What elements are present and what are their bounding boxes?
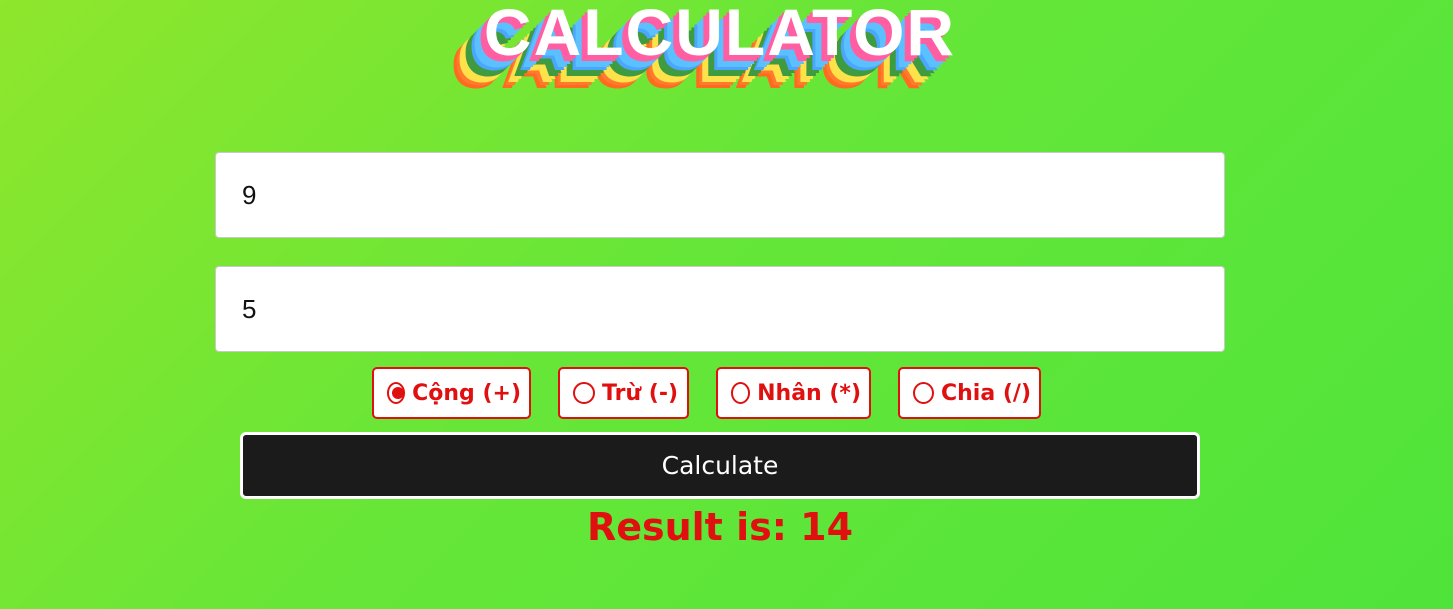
- operation-multiply-label: Nhân (*): [757, 380, 861, 406]
- operation-add-label: Cộng (+): [412, 380, 521, 406]
- operation-divide-label: Chia (/): [941, 380, 1031, 406]
- operation-divide-option[interactable]: Chia (/): [898, 367, 1041, 419]
- radio-divide[interactable]: [913, 382, 934, 404]
- second-number-input[interactable]: [215, 266, 1225, 352]
- app-title: CALCULATOR: [483, 0, 957, 69]
- radio-subtract[interactable]: [573, 382, 595, 404]
- operation-subtract-option[interactable]: Trừ (-): [558, 367, 689, 419]
- first-number-input[interactable]: [215, 152, 1225, 238]
- calculate-button[interactable]: Calculate: [240, 432, 1200, 499]
- operation-multiply-option[interactable]: Nhân (*): [716, 367, 871, 419]
- radio-multiply[interactable]: [731, 382, 751, 404]
- operation-group: Cộng (+) Trừ (-) Nhân (*) Chia (/): [0, 367, 1453, 421]
- radio-add[interactable]: [387, 382, 406, 404]
- operation-add-option[interactable]: Cộng (+): [372, 367, 531, 419]
- result-text: Result is: 14: [586, 505, 854, 549]
- operation-subtract-label: Trừ (-): [602, 380, 679, 406]
